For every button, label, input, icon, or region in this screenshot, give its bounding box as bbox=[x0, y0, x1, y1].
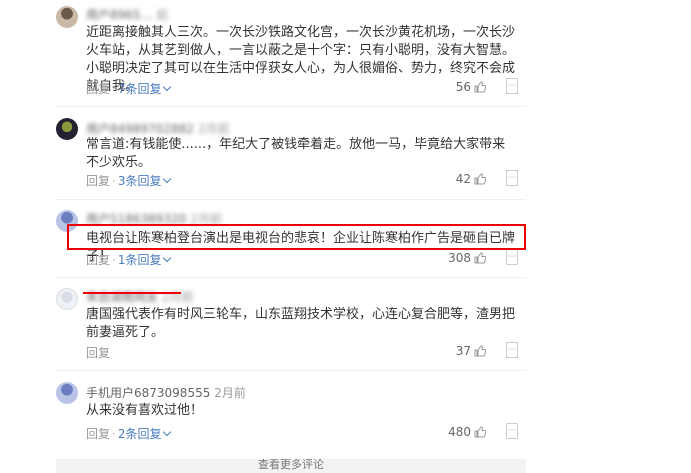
divider bbox=[56, 370, 526, 371]
divider bbox=[56, 277, 526, 278]
like-count[interactable]: 480 bbox=[448, 425, 486, 439]
more-options-button[interactable]: ⋯ bbox=[506, 342, 518, 358]
like-count[interactable]: 42 bbox=[456, 172, 486, 186]
comment-text: 唐国强代表作有时风三轮车，山东蓝翔技术学校，心连心复合肥等，渣男把前妻逼死了。 bbox=[86, 307, 516, 340]
more-options-button[interactable]: ⋯ bbox=[506, 423, 518, 439]
comment-actions: 回复 bbox=[86, 344, 110, 361]
comment-text: 从来没有喜欢过他！ bbox=[86, 403, 204, 418]
chevron-down-icon bbox=[163, 174, 172, 184]
comment-actions: 回复 · 1条回复 bbox=[86, 251, 172, 268]
timestamp: 前 bbox=[156, 8, 169, 22]
view-replies-button[interactable]: 1条回复 bbox=[118, 253, 172, 267]
comment-actions: 回复 · 3条回复 bbox=[86, 172, 172, 189]
view-replies-button[interactable]: 2条回复 bbox=[118, 427, 172, 441]
timestamp: 2月前 bbox=[197, 122, 230, 136]
comment-meta: 用户8965… 前 bbox=[86, 6, 168, 23]
highlight-box bbox=[67, 224, 526, 250]
comment-actions: 回复 · 7条回复 bbox=[86, 80, 172, 97]
like-count[interactable]: 37 bbox=[456, 344, 486, 358]
username[interactable]: 用户8965… bbox=[86, 8, 153, 22]
thumbs-up-icon[interactable] bbox=[474, 426, 486, 438]
more-options-button[interactable]: ⋯ bbox=[506, 78, 518, 94]
username[interactable]: 手机用户6873098555 bbox=[86, 386, 210, 400]
highlight-underline bbox=[83, 292, 181, 294]
comment-2: 用户8498970288​2 2月前 常言道:有钱能使......，年纪大了被钱… bbox=[56, 116, 526, 192]
thumbs-up-icon[interactable] bbox=[474, 81, 486, 93]
chevron-down-icon bbox=[163, 427, 172, 437]
timestamp: 2月前 bbox=[214, 386, 246, 400]
comment-4: 来自湖南网友 2月前 唐国强代表作有时风三轮车，山东蓝翔技术学校，心连心复合肥等… bbox=[56, 286, 526, 362]
avatar[interactable] bbox=[56, 288, 78, 310]
thumbs-up-icon[interactable] bbox=[474, 173, 486, 185]
reply-button[interactable]: 回复 bbox=[86, 82, 110, 96]
reply-button[interactable]: 回复 bbox=[86, 253, 110, 267]
view-more-comments-button[interactable]: 查看更多评论 bbox=[56, 459, 526, 473]
comment-meta: 手机用户6873098555 2月前 bbox=[86, 384, 246, 401]
comment-text: 常言道:有钱能使......，年纪大了被钱牵着走。放他一马，毕竟给大家带来不少欢… bbox=[86, 137, 506, 170]
more-options-button[interactable]: ⋯ bbox=[506, 170, 518, 186]
avatar[interactable] bbox=[56, 382, 78, 404]
thumbs-up-icon[interactable] bbox=[474, 345, 486, 357]
avatar[interactable] bbox=[56, 118, 78, 140]
view-replies-button[interactable]: 7条回复 bbox=[118, 82, 172, 96]
chevron-down-icon bbox=[163, 253, 172, 263]
reply-button[interactable]: 回复 bbox=[86, 174, 110, 188]
thumbs-up-icon[interactable] bbox=[474, 252, 486, 264]
divider bbox=[56, 199, 526, 200]
comment-meta: 来自湖南网友 2月前 bbox=[86, 288, 193, 305]
username[interactable]: 用户8498970288​2 bbox=[86, 122, 194, 136]
like-count[interactable]: 308 bbox=[448, 251, 486, 265]
chevron-down-icon bbox=[163, 82, 172, 92]
avatar[interactable] bbox=[56, 6, 78, 28]
view-replies-button[interactable]: 3条回复 bbox=[118, 174, 172, 188]
comment-meta: 用户8498970288​2 2月前 bbox=[86, 120, 229, 137]
like-count[interactable]: 56 bbox=[456, 80, 486, 94]
comment-actions: 回复 · 2条回复 bbox=[86, 425, 172, 442]
comment-5: 手机用户6873098555 2月前 从来没有喜欢过他！ 回复 · 2条回复 480… bbox=[56, 380, 526, 446]
reply-button[interactable]: 回复 bbox=[86, 346, 110, 360]
more-options-button[interactable]: ⋯ bbox=[506, 249, 518, 265]
comment-1: 用户8965… 前 近距离接触其人三次。一次长沙铁路文化宫，一次长沙黄花机场，一… bbox=[56, 4, 526, 100]
reply-button[interactable]: 回复 bbox=[86, 427, 110, 441]
divider bbox=[56, 106, 526, 107]
